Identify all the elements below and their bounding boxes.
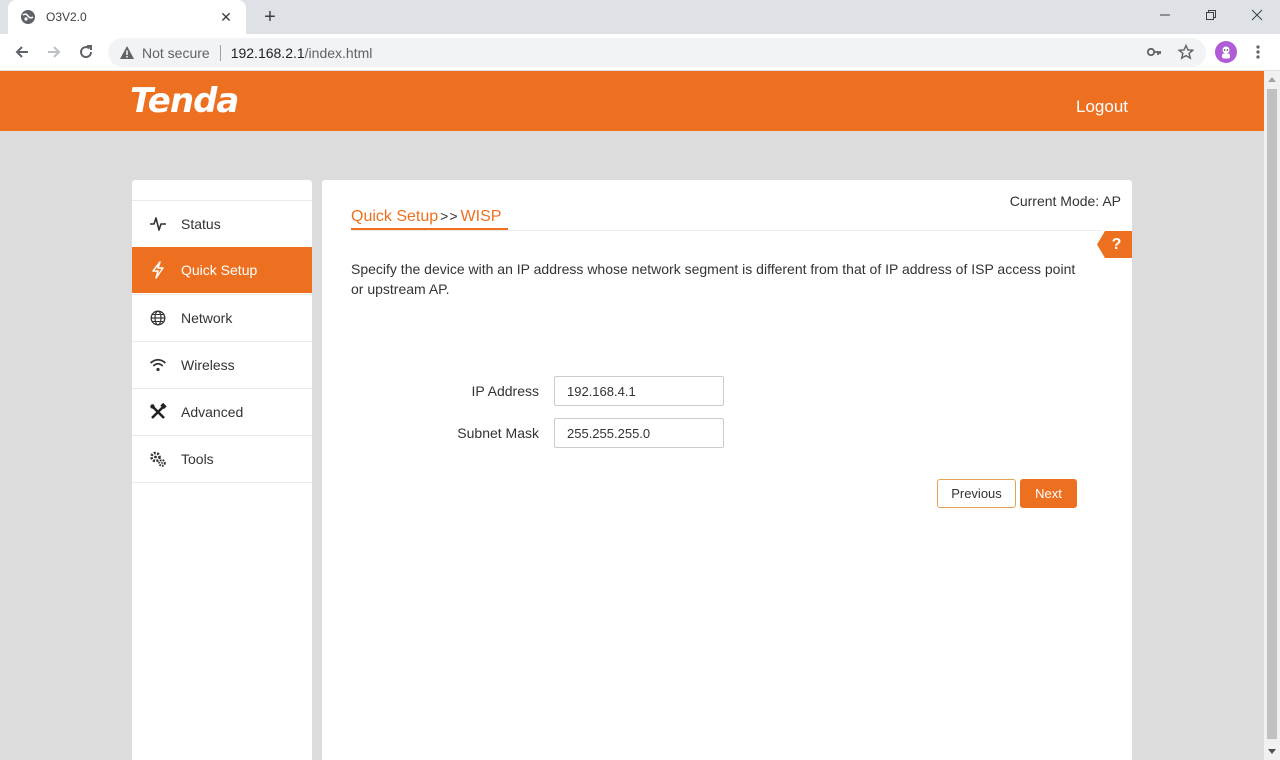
sidebar-item-label: Advanced — [181, 403, 244, 420]
address-bar[interactable]: Not secure 192.168.2.1/index.html — [108, 38, 1206, 67]
sidebar-item-wireless[interactable]: Wireless — [132, 341, 312, 387]
sidebar-item-label: Quick Setup — [181, 262, 258, 278]
router-header: Tenda Logout — [0, 71, 1264, 131]
sidebar-item-network[interactable]: Network — [132, 294, 312, 340]
breadcrumb-root[interactable]: Quick Setup — [351, 208, 438, 226]
sidebar-item-quick-setup[interactable]: Quick Setup — [132, 247, 312, 293]
lightning-icon — [148, 260, 168, 280]
omnibox-separator — [219, 44, 221, 61]
key-icon[interactable] — [1144, 42, 1164, 62]
subnet-mask-row: Subnet Mask — [351, 418, 1051, 448]
not-secure-label[interactable]: Not secure — [142, 45, 210, 61]
star-icon[interactable] — [1176, 42, 1196, 62]
ip-address-row: IP Address — [351, 376, 1051, 406]
warning-icon[interactable] — [118, 44, 136, 62]
tools-icon — [148, 402, 168, 422]
main-panel: Current Mode: AP Quick Setup >> WISP ? S… — [322, 180, 1132, 760]
sidebar-item-status[interactable]: Status — [132, 200, 312, 246]
breadcrumb-current: WISP — [460, 208, 502, 225]
tab-close-icon[interactable]: ✕ — [218, 9, 234, 25]
help-button[interactable]: ? — [1097, 231, 1132, 258]
url-path: /index.html — [304, 44, 373, 61]
wisp-description: Specify the device with an IP address wh… — [351, 261, 1076, 297]
browser-tab-bar: O3V2.0 ✕ + — [0, 0, 1280, 34]
breadcrumb-separator: >> — [440, 208, 459, 224]
ip-address-input[interactable] — [554, 376, 724, 406]
page-viewport: Tenda Logout Status Quick Setup Network — [0, 71, 1264, 760]
previous-button[interactable]: Previous — [937, 479, 1016, 508]
globe-favicon-icon — [20, 9, 36, 25]
sidebar-item-label: Wireless — [181, 356, 235, 373]
url-host: 192.168.2.1 — [230, 44, 305, 61]
scroll-down-icon[interactable] — [1268, 749, 1276, 754]
breadcrumb-divider — [351, 230, 1102, 231]
tab-title: O3V2.0 — [46, 10, 87, 24]
next-button[interactable]: Next — [1020, 479, 1077, 508]
minimize-icon[interactable] — [1142, 0, 1188, 30]
gears-icon — [148, 449, 168, 469]
reload-icon[interactable] — [74, 40, 98, 64]
wifi-icon — [148, 355, 168, 375]
sidebar: Status Quick Setup Network Wireless Adva… — [132, 180, 312, 760]
new-tab-button[interactable]: + — [258, 6, 282, 28]
ip-address-label: IP Address — [471, 383, 539, 399]
browser-menu-icon[interactable] — [1248, 42, 1268, 62]
current-mode-label: Current Mode: AP — [1009, 193, 1121, 209]
browser-tab[interactable]: O3V2.0 ✕ — [8, 0, 246, 34]
breadcrumb: Quick Setup >> WISP — [351, 208, 501, 226]
pulse-icon — [148, 214, 168, 234]
close-window-icon[interactable] — [1234, 0, 1280, 30]
page-scrollbar[interactable] — [1264, 71, 1280, 760]
globe-icon — [148, 308, 168, 328]
subnet-mask-label: Subnet Mask — [457, 425, 539, 441]
back-icon[interactable] — [10, 40, 34, 64]
sidebar-divider — [132, 482, 312, 483]
subnet-mask-input[interactable] — [554, 418, 724, 448]
logout-link[interactable]: Logout — [1076, 97, 1128, 117]
profile-avatar[interactable] — [1215, 41, 1237, 63]
browser-toolbar: Not secure 192.168.2.1/index.html — [0, 34, 1280, 71]
sidebar-item-label: Network — [181, 309, 233, 326]
scroll-up-icon[interactable] — [1268, 77, 1276, 82]
tenda-logo: Tenda — [130, 81, 239, 121]
sidebar-item-tools[interactable]: Tools — [132, 435, 312, 481]
scrollbar-thumb[interactable] — [1267, 89, 1277, 739]
restore-icon[interactable] — [1188, 0, 1234, 30]
sidebar-item-label: Tools — [181, 450, 214, 467]
forward-icon[interactable] — [42, 40, 66, 64]
sidebar-item-label: Status — [181, 215, 221, 232]
sidebar-item-advanced[interactable]: Advanced — [132, 388, 312, 434]
